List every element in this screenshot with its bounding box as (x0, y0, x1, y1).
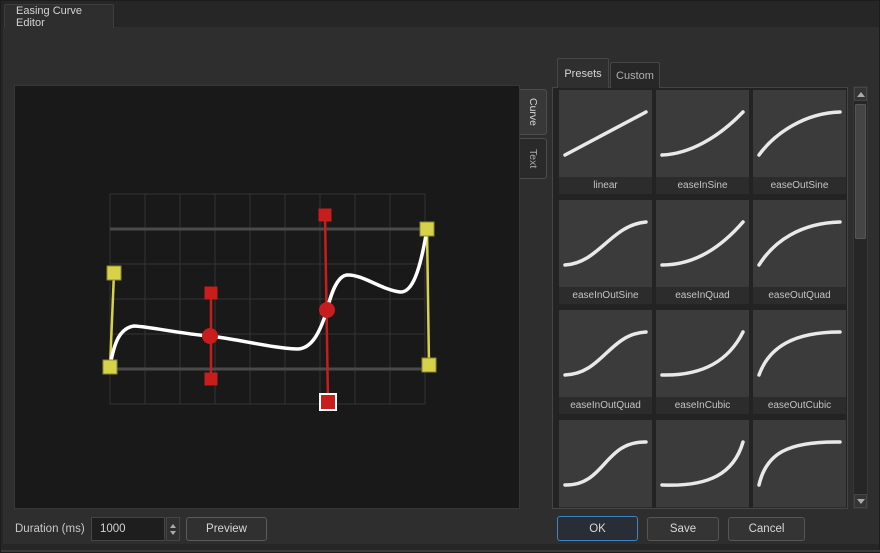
window-bottom-divider (1, 550, 880, 552)
preset-tile-easeInSine[interactable]: easeInSine (656, 90, 749, 194)
preset-label (656, 507, 749, 509)
red-keypoint[interactable] (319, 302, 335, 318)
preview-button-label: Preview (206, 523, 247, 535)
curve-canvas[interactable] (14, 85, 520, 509)
yellow-handle-line (427, 229, 429, 365)
preset-curve-thumbnail (753, 200, 846, 287)
tab-presets-label: Presets (564, 68, 601, 80)
preset-tile-easeOutSine[interactable]: easeOutSine (753, 90, 846, 194)
save-button[interactable]: Save (647, 517, 719, 541)
preset-curve-thumbnail (753, 90, 846, 177)
preset-tile-linear[interactable]: linear (559, 90, 652, 194)
preset-label: easeInQuad (656, 287, 749, 304)
duration-stepper[interactable] (166, 517, 180, 541)
cancel-button[interactable]: Cancel (728, 517, 805, 541)
tab-custom[interactable]: Custom (610, 62, 660, 88)
preset-tile-easeInOutSine[interactable]: easeInOutSine (559, 200, 652, 304)
duration-input[interactable] (91, 517, 165, 541)
easing-curve-editor-window: Easing Curve Editor Curve Text Presets C… (0, 0, 880, 553)
tab-easing-curve-editor[interactable]: Easing Curve Editor (4, 4, 114, 28)
duration-label: Duration (ms) (15, 517, 85, 541)
red-control-handle[interactable] (205, 287, 218, 300)
preset-tile-easeInQuad[interactable]: easeInQuad (656, 200, 749, 304)
preset-tile-easeOutQuad[interactable]: easeOutQuad (753, 200, 846, 304)
side-tab-curve-label: Curve (527, 98, 539, 126)
preset-label (559, 507, 652, 509)
easing-curve-path (110, 229, 427, 367)
red-control-handle[interactable] (319, 209, 332, 222)
presets-scrollbar[interactable] (853, 86, 868, 509)
tab-custom-label: Custom (616, 70, 654, 82)
arrow-down-icon (857, 499, 865, 504)
preset-curve-thumbnail (753, 310, 846, 397)
stepper-up-icon (170, 524, 176, 528)
preset-curve-thumbnail (753, 420, 846, 507)
preset-label: easeInSine (656, 177, 749, 194)
tab-presets[interactable]: Presets (557, 58, 609, 88)
preset-curve-thumbnail (656, 200, 749, 287)
scroll-down-button[interactable] (854, 494, 867, 508)
arrow-up-icon (857, 92, 865, 97)
preset-curve-thumbnail (656, 420, 749, 507)
preset-curve-thumbnail (656, 310, 749, 397)
red-control-handle[interactable] (205, 373, 218, 386)
preset-label: easeOutCubic (753, 397, 846, 414)
curve-canvas-svg[interactable] (15, 86, 519, 508)
yellow-control-handle[interactable] (422, 358, 436, 372)
presets-grid: lineareaseInSineeaseOutSine easeInOutSine… (553, 88, 847, 509)
save-button-label: Save (670, 523, 696, 535)
preset-label: easeInOutSine (559, 287, 652, 304)
preset-curve-thumbnail (559, 90, 652, 177)
scrollbar-thumb[interactable] (855, 104, 866, 239)
red-keypoint[interactable] (202, 328, 218, 344)
preset-label: easeOutQuad (753, 287, 846, 304)
red-control-handle-selected[interactable] (320, 394, 336, 410)
preset-tile-easeInOutQuad[interactable]: easeInOutQuad (559, 310, 652, 414)
preview-button[interactable]: Preview (186, 517, 267, 541)
preset-curve-thumbnail (559, 420, 652, 507)
stepper-down-icon (170, 531, 176, 535)
ok-button[interactable]: OK (557, 516, 638, 541)
presets-list: lineareaseInSineeaseOutSine easeInOutSine… (552, 87, 848, 509)
side-tab-text[interactable]: Text (520, 138, 547, 179)
preset-label: easeInCubic (656, 397, 749, 414)
side-tab-curve[interactable]: Curve (520, 89, 547, 135)
preset-curve-thumbnail (656, 90, 749, 177)
side-tab-text-label: Text (527, 149, 539, 168)
ok-button-label: OK (589, 523, 606, 535)
preset-curve-thumbnail (559, 200, 652, 287)
preset-curve-thumbnail (559, 310, 652, 397)
yellow-control-handle[interactable] (420, 222, 434, 236)
preset-label: easeOutSine (753, 177, 846, 194)
scroll-up-button[interactable] (854, 87, 867, 101)
preset-tile[interactable] (656, 420, 749, 509)
preset-tile-easeInCubic[interactable]: easeInCubic (656, 310, 749, 414)
cancel-button-label: Cancel (749, 523, 785, 535)
yellow-control-handle[interactable] (107, 266, 121, 280)
preset-tile[interactable] (559, 420, 652, 509)
preset-label: easeInOutQuad (559, 397, 652, 414)
preset-label (753, 507, 846, 509)
yellow-control-handle[interactable] (103, 360, 117, 374)
tab-easing-curve-editor-label: Easing Curve Editor (16, 5, 113, 29)
preset-tile[interactable] (753, 420, 846, 509)
preset-label: linear (559, 177, 652, 194)
preset-tile-easeOutCubic[interactable]: easeOutCubic (753, 310, 846, 414)
